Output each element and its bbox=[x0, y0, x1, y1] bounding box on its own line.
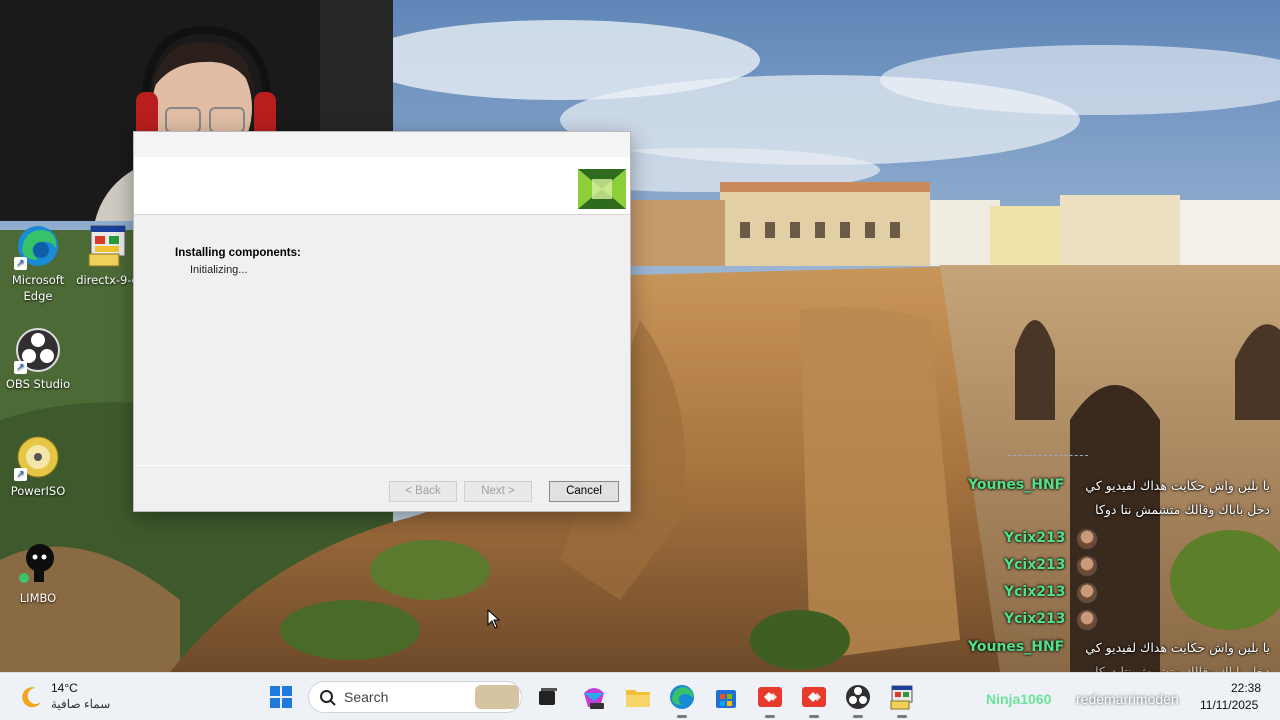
overlay-command-text: redemarrimoden bbox=[1076, 691, 1179, 707]
dialog-header bbox=[134, 157, 630, 215]
shortcut-arrow-icon: ↗ bbox=[14, 361, 27, 374]
edge-icon: ↗ bbox=[14, 222, 62, 270]
avatar bbox=[1076, 582, 1098, 604]
desktop-icon-poweriso[interactable]: ↗ PowerISO bbox=[0, 433, 76, 499]
install-status-title: Installing components: bbox=[175, 247, 301, 259]
m365-icon[interactable] bbox=[578, 681, 610, 713]
anydesk-icon[interactable] bbox=[798, 681, 830, 718]
obs-icon: ↗ bbox=[14, 326, 62, 374]
avatar bbox=[1076, 528, 1098, 550]
disc-icon: ↗ bbox=[14, 433, 62, 481]
store-icon[interactable] bbox=[710, 681, 742, 713]
obs-icon[interactable] bbox=[842, 681, 874, 718]
search-placeholder: Search bbox=[344, 689, 389, 705]
avatar bbox=[1076, 609, 1098, 631]
anydesk-icon[interactable] bbox=[754, 681, 786, 718]
shortcut-arrow-icon: ↗ bbox=[14, 257, 27, 270]
dialog-titlebar[interactable] bbox=[134, 132, 630, 157]
task-view-icon[interactable] bbox=[531, 681, 563, 713]
shortcut-arrow-icon: ↗ bbox=[14, 468, 27, 481]
directx-setup-icon bbox=[83, 222, 131, 270]
weather-condition[interactable]: سماء صافية bbox=[51, 697, 110, 711]
edge-icon[interactable] bbox=[666, 681, 698, 718]
desktop-icon-label: LIMBO bbox=[19, 591, 57, 605]
desktop-icon-label: OBS Studio bbox=[5, 377, 71, 391]
cancel-button[interactable]: Cancel bbox=[549, 481, 619, 502]
chat-username: Ycix213 bbox=[1004, 584, 1066, 600]
back-button[interactable]: < Back bbox=[389, 481, 457, 502]
windows-start-icon[interactable] bbox=[265, 681, 297, 713]
next-button[interactable]: Next > bbox=[464, 481, 532, 502]
chat-username: Younes_HNF bbox=[968, 639, 1065, 655]
desktop-icon-label: directx-9-c bbox=[76, 273, 138, 287]
mouse-cursor-icon bbox=[487, 608, 501, 633]
file-explorer-icon[interactable] bbox=[622, 681, 654, 713]
taskbar: 14°C سماء صافية Search Ninja1060 redemar… bbox=[0, 672, 1280, 720]
widgets-thumbnail[interactable] bbox=[475, 685, 519, 709]
clock-time[interactable]: 22:38 bbox=[1231, 681, 1261, 695]
chat-message-line: يا بلين واش حكايت هداك لفيديو كي bbox=[1085, 640, 1270, 655]
desktop-icon-label: PowerISO bbox=[10, 484, 66, 498]
chat-username: Ycix213 bbox=[1004, 530, 1066, 546]
overlay-username: Ninja1060 bbox=[986, 691, 1052, 707]
moon-icon[interactable] bbox=[20, 685, 44, 713]
install-status-text: Initializing... bbox=[190, 264, 248, 276]
chat-divider bbox=[1008, 455, 1088, 456]
directx-logo-icon bbox=[578, 169, 626, 209]
chat-username: Ycix213 bbox=[1004, 557, 1066, 573]
desktop-icon-obs[interactable]: ↗ OBS Studio bbox=[0, 326, 76, 392]
taskbar-search-input[interactable]: Search bbox=[308, 681, 522, 713]
clock-date[interactable]: 11/11/2025 bbox=[1200, 698, 1258, 712]
desktop-icon-label: Microsoft Edge bbox=[11, 273, 65, 303]
chat-message-line: يا بلين واش حكايت هداك لفيديو كي bbox=[1085, 478, 1270, 493]
installer-dialog: Installing components: Initializing... <… bbox=[133, 131, 631, 512]
chat-username: Ycix213 bbox=[1004, 611, 1066, 627]
desktop-icon-edge[interactable]: ↗ Microsoft Edge bbox=[0, 222, 76, 304]
directx-setup-icon[interactable] bbox=[886, 681, 918, 718]
desktop-icon-limbo[interactable]: LIMBO bbox=[0, 540, 76, 606]
weather-temperature[interactable]: 14°C bbox=[51, 681, 78, 695]
search-icon bbox=[319, 689, 337, 711]
limbo-icon bbox=[14, 540, 62, 588]
chat-message-line: دخل باباك وقالك متشمش نتا دوكا bbox=[1095, 502, 1270, 517]
chat-username: Younes_HNF bbox=[968, 477, 1065, 493]
avatar bbox=[1076, 555, 1098, 577]
dialog-separator bbox=[134, 465, 630, 466]
desktop-icon-directx[interactable]: directx-9-c bbox=[76, 222, 138, 288]
